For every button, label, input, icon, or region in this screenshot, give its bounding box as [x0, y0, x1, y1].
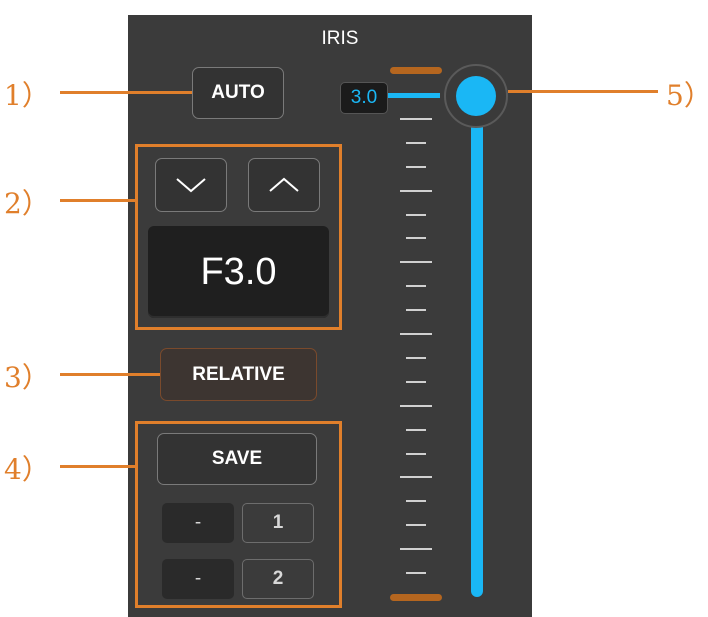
callout-label-3: 3）	[4, 361, 50, 394]
slider-value-pointer	[388, 93, 440, 98]
slider-tick	[406, 237, 426, 239]
slider-tick	[406, 309, 426, 311]
slider-tick	[406, 166, 426, 168]
iris-slider-track[interactable]	[471, 112, 483, 597]
slider-lower-limit-marker	[390, 594, 442, 601]
relative-button[interactable]: RELATIVE	[160, 348, 317, 401]
callout-box-2	[135, 144, 342, 330]
slider-tick	[406, 572, 426, 574]
slider-tick	[400, 261, 432, 263]
slider-tick	[400, 476, 432, 478]
callout-label-1: 1）	[4, 79, 50, 112]
callout-line-5	[508, 90, 658, 93]
callout-line-4	[60, 465, 135, 468]
slider-tick	[400, 333, 432, 335]
callout-label-5: 5）	[666, 79, 708, 112]
slider-tick	[406, 285, 426, 287]
panel-title: IRIS	[321, 28, 359, 49]
slider-tick	[400, 190, 432, 192]
slider-tick	[406, 381, 426, 383]
callout-line-1	[60, 91, 192, 94]
slider-value-label: 3.0	[340, 82, 388, 114]
callout-line-3	[60, 373, 160, 376]
slider-tick	[406, 500, 426, 502]
slider-tick	[400, 548, 432, 550]
slider-tick	[400, 118, 432, 120]
slider-upper-limit-marker	[390, 67, 442, 74]
slider-tick	[406, 142, 426, 144]
slider-tick	[406, 214, 426, 216]
slider-tick	[406, 429, 426, 431]
callout-box-4	[135, 421, 342, 608]
slider-knob-center	[456, 76, 496, 116]
callout-label-4: 4）	[4, 453, 50, 486]
slider-tick	[406, 357, 426, 359]
slider-tick	[406, 524, 426, 526]
slider-tick	[406, 453, 426, 455]
slider-tick	[400, 405, 432, 407]
auto-button[interactable]: AUTO	[192, 67, 284, 119]
callout-line-2	[60, 199, 135, 202]
callout-label-2: 2）	[4, 187, 50, 220]
iris-slider-knob[interactable]	[444, 64, 508, 128]
